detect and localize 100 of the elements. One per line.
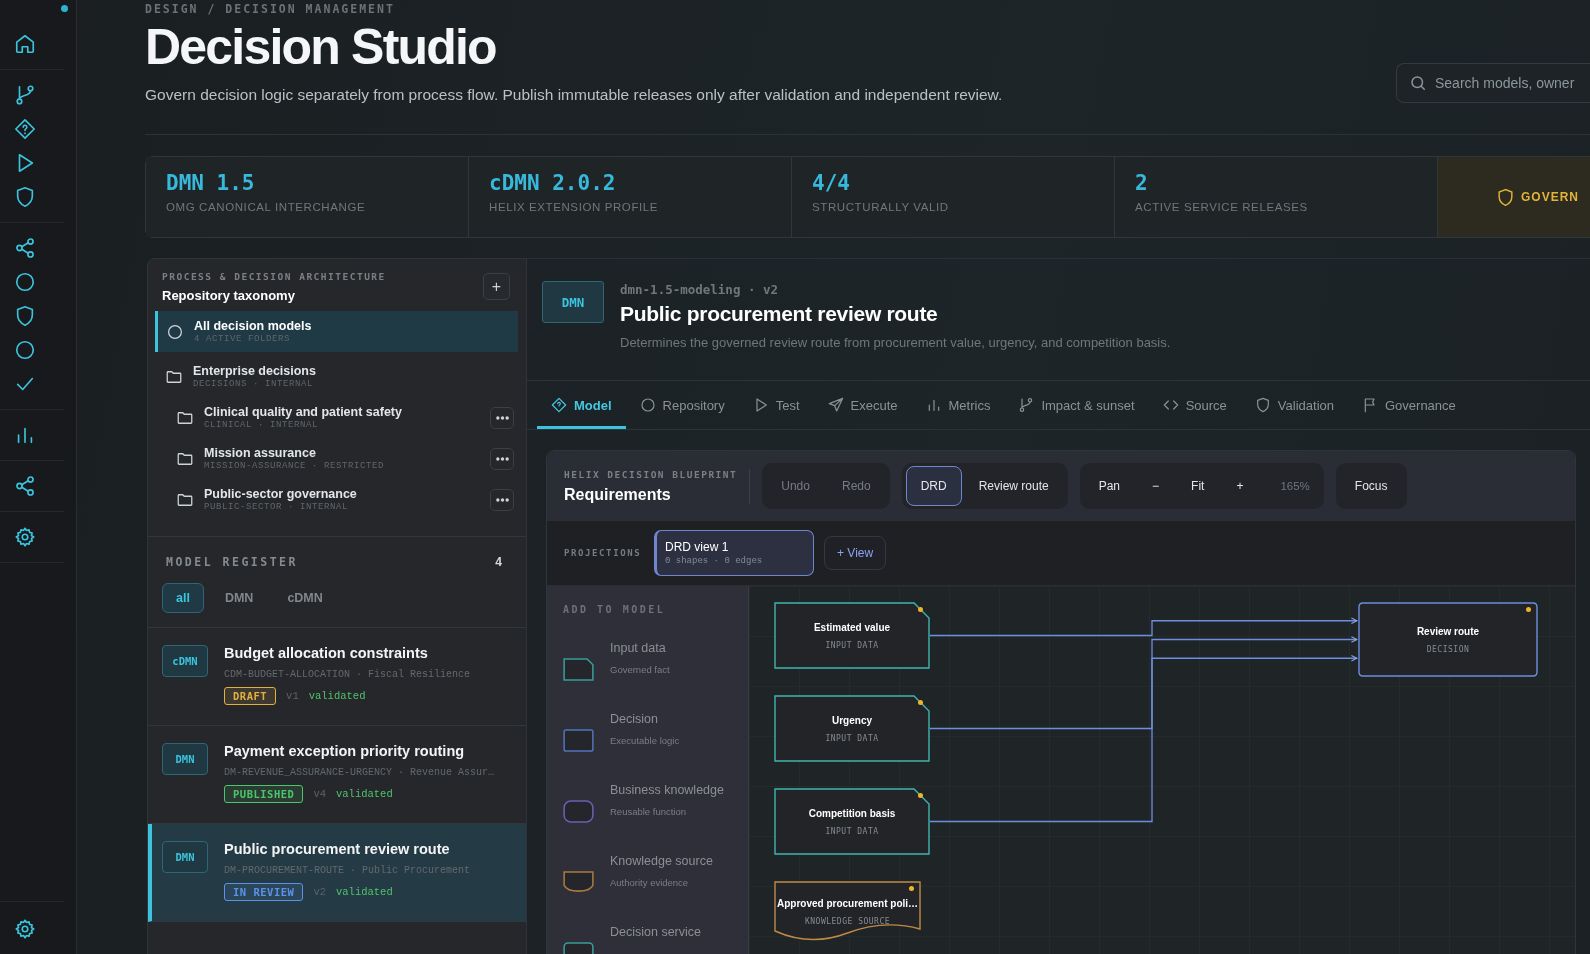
settings-icon[interactable]	[14, 526, 36, 548]
tree-item-name: Clinical quality and patient safety	[204, 405, 403, 419]
node-label: Competition basis	[808, 807, 896, 819]
tree-item[interactable]: Mission assurance MISSION-ASSURANCE · RESTRICTED	[155, 438, 518, 479]
palette-item[interactable]: Knowledge source Authority evidence	[563, 854, 748, 925]
toolbar-button[interactable]: +	[1221, 466, 1259, 506]
stat-label: ACTIVE SERVICE RELEASES	[1135, 201, 1309, 213]
filter-tab[interactable]: DMN	[211, 583, 267, 613]
input-data-node[interactable]: Urgency INPUT DATA	[774, 695, 930, 762]
tab[interactable]: Impact & sunset	[1004, 384, 1149, 429]
tab[interactable]: Validation	[1240, 384, 1348, 429]
model-heading: Public procurement review route	[620, 302, 939, 326]
more-button[interactable]	[490, 406, 514, 429]
model-type-tag: cDMN	[162, 645, 208, 677]
tree-item-meta: 4 ACTIVE FOLDERS	[194, 334, 291, 344]
tree-item-name: Public-sector governance	[204, 487, 358, 501]
tab[interactable]: Execute	[813, 384, 912, 429]
tree-item-meta: MISSION-ASSURANCE · RESTRICTED	[204, 461, 386, 471]
home-icon[interactable]	[14, 33, 36, 55]
stat-label: STRUCTURALLY VALID	[812, 201, 950, 213]
model-type-tag: DMN	[162, 841, 208, 873]
input-data-node[interactable]: Competition basis INPUT DATA	[774, 788, 930, 855]
tab[interactable]: Model	[537, 384, 626, 429]
view-toggle[interactable]: Review route	[963, 466, 1064, 506]
node-type: DECISION	[1426, 644, 1470, 654]
tab[interactable]: Metrics	[911, 384, 1005, 429]
model-code: DM-REVENUE_ASSURANCE-URGENCY · Revenue Assur…	[224, 767, 495, 778]
search-field[interactable]: Search models, owner	[1396, 63, 1590, 103]
stat-label: HELIX EXTENSION PROFILE	[489, 201, 660, 213]
palette-item[interactable]: Input data Governed fact	[563, 641, 748, 712]
projection-name: DRD view 1	[665, 540, 730, 554]
shield-icon[interactable]	[14, 305, 36, 327]
validation-label: validated	[336, 886, 393, 898]
tab[interactable]: Repository	[625, 384, 739, 429]
search-icon	[1409, 74, 1427, 92]
tree-item[interactable]: Clinical quality and patient safety CLINICAL · INTERNAL	[155, 397, 518, 438]
palette-item[interactable]: Business knowledge Reusable function	[563, 783, 748, 854]
knowledge-source-node[interactable]: Approved procurement poli… KNOWLEDGE SOURCE	[774, 881, 921, 943]
palette-item[interactable]: Decision service	[563, 925, 748, 954]
branch-icon[interactable]	[14, 84, 36, 106]
share-icon[interactable]	[14, 237, 36, 259]
model-description: Determines the governed review route from procurement value, urgency, and competition basis.	[620, 335, 1171, 350]
node-type: INPUT DATA	[825, 733, 879, 743]
tree-item-meta: DECISIONS · INTERNAL	[193, 379, 315, 389]
input-data-node[interactable]: Estimated value INPUT DATA	[774, 602, 930, 669]
projection-chip[interactable]: DRD view 1 0 shapes · 0 edges	[654, 530, 814, 576]
tree-item[interactable]: Enterprise decisions DECISIONS · INTERNAL	[155, 356, 518, 397]
decision-node[interactable]: Review route DECISION	[1358, 602, 1538, 677]
circle-icon[interactable]	[14, 271, 36, 293]
toolbar-button[interactable]: Pan	[1083, 466, 1136, 506]
model-meta: dmn-1.5-modeling · v2	[620, 282, 780, 297]
toolbar-button[interactable]: −	[1137, 466, 1175, 506]
toolbar-button[interactable]: Fit	[1176, 466, 1220, 506]
more-icon	[495, 456, 509, 461]
node-label: Approved procurement poli…	[776, 898, 919, 909]
tree-item[interactable]: All decision models 4 ACTIVE FOLDERS	[155, 311, 518, 352]
more-icon	[495, 415, 509, 420]
page-subtitle: Govern decision logic separately from process flow. Publish immutable releases only after validation and independent review.	[145, 86, 1003, 104]
section-title: Requirements	[564, 485, 672, 504]
more-button[interactable]	[490, 447, 514, 470]
palette-item[interactable]: Decision Executable logic	[563, 712, 748, 783]
tree-item-meta: PUBLIC-SECTOR · INTERNAL	[204, 502, 350, 512]
palette-label: Business knowledge	[610, 783, 724, 797]
shield-icon[interactable]	[14, 186, 36, 208]
add-view-button[interactable]: + View	[824, 536, 887, 570]
zoom-level: 165%	[1279, 480, 1311, 492]
filter-tab[interactable]: all	[162, 583, 204, 613]
model-type-tag: DMN	[542, 281, 604, 323]
tree-item-meta: CLINICAL · INTERNAL	[204, 420, 320, 430]
share-icon[interactable]	[14, 475, 36, 497]
model-type-tag: DMN	[162, 743, 208, 775]
add-button[interactable]: +	[483, 273, 510, 300]
palette-hint: Executable logic	[610, 735, 680, 746]
validation-label: validated	[308, 690, 366, 702]
shield-icon	[1254, 397, 1271, 413]
tab[interactable]: Governance	[1348, 384, 1470, 429]
projection-meta: 0 shapes · 0 edges	[665, 556, 764, 566]
governance-card[interactable]: GOVERN	[1438, 157, 1590, 237]
register-title: MODEL REGISTER	[166, 555, 298, 569]
diamond-question-icon[interactable]	[14, 118, 36, 140]
validation-label: validated	[336, 788, 393, 800]
circle-icon[interactable]	[14, 339, 36, 361]
tab[interactable]: Test	[738, 384, 814, 429]
model-title: Public procurement review route	[224, 841, 451, 857]
filter-tab[interactable]: cDMN	[274, 583, 336, 613]
tree-item[interactable]: Public-sector governance PUBLIC-SECTOR · INTERNAL	[155, 479, 518, 520]
shape-icon	[563, 871, 594, 894]
model-code: DM-PROCUREMENT-ROUTE · Public Procurement	[224, 865, 471, 876]
stat-value: DMN 1.5	[166, 171, 256, 195]
node-type: INPUT DATA	[825, 640, 879, 650]
palette-label: Input data	[610, 641, 667, 655]
status-dot	[61, 5, 68, 12]
more-button[interactable]	[490, 488, 514, 511]
view-toggle[interactable]: DRD	[905, 466, 962, 506]
node-label: Review route	[1416, 625, 1480, 637]
stat-label: OMG CANONICAL INTERCHANGE	[166, 201, 367, 213]
tab[interactable]: Source	[1148, 384, 1241, 429]
palette-label: Decision service	[610, 925, 701, 939]
stat-value: 2	[1135, 171, 1149, 195]
settings-icon[interactable]	[14, 918, 36, 940]
